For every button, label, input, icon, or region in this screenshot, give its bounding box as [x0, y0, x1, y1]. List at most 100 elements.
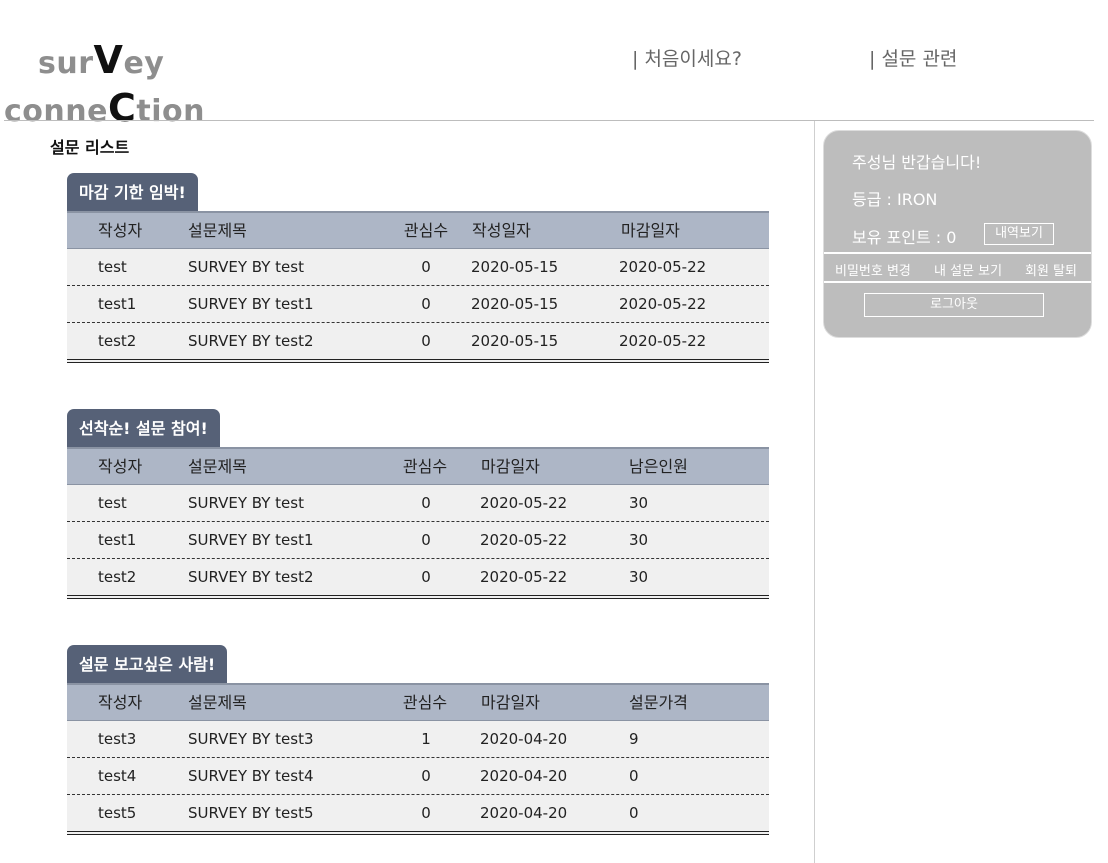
header-title: 설문제목	[188, 693, 247, 712]
cell-title[interactable]: SURVEY BY test4	[188, 758, 314, 794]
cell-title[interactable]: SURVEY BY test2	[188, 323, 314, 359]
header-title: 설문제목	[188, 221, 247, 240]
survey-table-first-come: 선착순! 설문 참여! 작성자 설문제목 관심수 마감일자 남은인원 test …	[67, 409, 769, 599]
cell-deadline: 2020-05-22	[480, 494, 568, 512]
header-interest: 관심수	[402, 457, 448, 476]
cell-created-date: 2020-05-15	[471, 332, 559, 350]
header-author: 작성자	[98, 221, 143, 240]
sidebar-divider	[814, 121, 815, 863]
page: surVey conneCtion | 처음이세요? | 설문 관련 설문 리스…	[0, 0, 1108, 863]
table-row[interactable]: test3 SURVEY BY test3 1 2020-04-20 9	[67, 721, 769, 758]
logo-line-survey[interactable]: surVey	[38, 38, 164, 82]
cell-interest: 0	[421, 804, 431, 822]
cell-author: test2	[98, 568, 137, 586]
cell-author: test1	[98, 295, 137, 313]
table-row[interactable]: test SURVEY BY test 0 2020-05-15 2020-05…	[67, 249, 769, 286]
logo-text: tion	[136, 94, 205, 129]
table-row[interactable]: test1 SURVEY BY test1 0 2020-05-22 30	[67, 522, 769, 559]
table-header: 작성자 설문제목 관심수 작성일자 마감일자	[67, 211, 769, 249]
section-title: 설문 리스트	[50, 138, 130, 157]
header-remaining: 남은인원	[629, 457, 688, 476]
cell-author: test2	[98, 332, 137, 350]
cell-price: 0	[629, 804, 639, 822]
my-surveys-link[interactable]: 내 설문 보기	[934, 260, 1002, 279]
cell-author: test4	[98, 767, 137, 785]
cell-deadline: 2020-05-22	[619, 295, 707, 313]
cell-interest: 0	[421, 568, 431, 586]
panel-divider	[824, 252, 1091, 254]
cell-price: 0	[629, 767, 639, 785]
cell-interest: 0	[421, 295, 431, 313]
cell-author: test	[98, 494, 127, 512]
cell-deadline: 2020-05-22	[619, 332, 707, 350]
cell-title[interactable]: SURVEY BY test1	[188, 522, 314, 558]
cell-remaining: 30	[629, 494, 649, 512]
header-divider	[4, 120, 1094, 121]
header-price: 설문가격	[629, 693, 688, 712]
nav-first-visit[interactable]: | 처음이세요?	[632, 44, 742, 71]
cell-deadline: 2020-05-22	[619, 258, 707, 276]
user-panel: 주성님 반갑습니다! 등급 : IRON 보유 포인트 : 0 내역보기 비밀번…	[823, 130, 1092, 338]
survey-table-wanted: 설문 보고싶은 사람! 작성자 설문제목 관심수 마감일자 설문가격 test3…	[67, 645, 769, 835]
logo-text: sur	[38, 46, 94, 81]
logo-text-cap: V	[93, 38, 124, 82]
header-author: 작성자	[98, 693, 143, 712]
cell-title[interactable]: SURVEY BY test	[188, 249, 304, 285]
cell-interest: 0	[421, 767, 431, 785]
header-interest: 관심수	[403, 221, 449, 240]
cell-interest: 1	[421, 730, 431, 748]
panel-divider	[824, 281, 1091, 283]
cell-created-date: 2020-05-15	[471, 258, 559, 276]
grade-text: 등급 : IRON	[852, 190, 938, 209]
cell-title[interactable]: SURVEY BY test	[188, 485, 304, 521]
header-title: 설문제목	[188, 457, 247, 476]
cell-title[interactable]: SURVEY BY test3	[188, 721, 314, 757]
table-tab-title: 설문 보고싶은 사람!	[67, 645, 228, 683]
cell-remaining: 30	[629, 531, 649, 549]
table-row[interactable]: test5 SURVEY BY test5 0 2020-04-20 0	[67, 795, 769, 835]
table-tab-title: 마감 기한 임박!	[67, 173, 198, 211]
header-author: 작성자	[98, 457, 143, 476]
cell-remaining: 30	[629, 568, 649, 586]
cell-interest: 0	[421, 258, 431, 276]
table-row[interactable]: test2 SURVEY BY test2 0 2020-05-22 30	[67, 559, 769, 599]
header-deadline: 마감일자	[621, 221, 680, 240]
table-header: 작성자 설문제목 관심수 마감일자 남은인원	[67, 447, 769, 485]
change-password-link[interactable]: 비밀번호 변경	[835, 260, 911, 279]
table-row[interactable]: test2 SURVEY BY test2 0 2020-05-15 2020-…	[67, 323, 769, 363]
cell-deadline: 2020-04-20	[480, 804, 568, 822]
header-deadline: 마감일자	[481, 457, 540, 476]
cell-author: test3	[98, 730, 137, 748]
table-tab-title: 선착순! 설문 참여!	[67, 409, 220, 447]
cell-deadline: 2020-04-20	[480, 767, 568, 785]
cell-interest: 0	[421, 494, 431, 512]
cell-interest: 0	[421, 332, 431, 350]
cell-author: test5	[98, 804, 137, 822]
cell-deadline: 2020-05-22	[480, 531, 568, 549]
logout-button[interactable]: 로그아웃	[864, 293, 1044, 317]
logo-line-connection[interactable]: conneCtion	[4, 86, 205, 130]
header-interest: 관심수	[402, 693, 448, 712]
cell-author: test	[98, 258, 127, 276]
cell-created-date: 2020-05-15	[471, 295, 559, 313]
cell-price: 9	[629, 730, 639, 748]
cell-title[interactable]: SURVEY BY test1	[188, 286, 314, 322]
cell-title[interactable]: SURVEY BY test2	[188, 559, 314, 595]
logo-text: ey	[123, 46, 165, 81]
logo-text: conne	[4, 94, 108, 129]
table-row[interactable]: test4 SURVEY BY test4 0 2020-04-20 0	[67, 758, 769, 795]
survey-table-deadline: 마감 기한 임박! 작성자 설문제목 관심수 작성일자 마감일자 test SU…	[67, 173, 769, 363]
withdraw-link[interactable]: 회원 탈퇴	[1025, 260, 1077, 279]
cell-deadline: 2020-04-20	[480, 730, 568, 748]
nav-survey-related[interactable]: | 설문 관련	[869, 44, 957, 71]
greeting-text: 주성님 반갑습니다!	[852, 153, 982, 172]
cell-title[interactable]: SURVEY BY test5	[188, 795, 314, 831]
logo-text-cap: C	[107, 86, 137, 130]
table-row[interactable]: test SURVEY BY test 0 2020-05-22 30	[67, 485, 769, 522]
cell-interest: 0	[421, 531, 431, 549]
header-deadline: 마감일자	[481, 693, 540, 712]
cell-author: test1	[98, 531, 137, 549]
history-button[interactable]: 내역보기	[984, 223, 1054, 245]
cell-deadline: 2020-05-22	[480, 568, 568, 586]
table-row[interactable]: test1 SURVEY BY test1 0 2020-05-15 2020-…	[67, 286, 769, 323]
